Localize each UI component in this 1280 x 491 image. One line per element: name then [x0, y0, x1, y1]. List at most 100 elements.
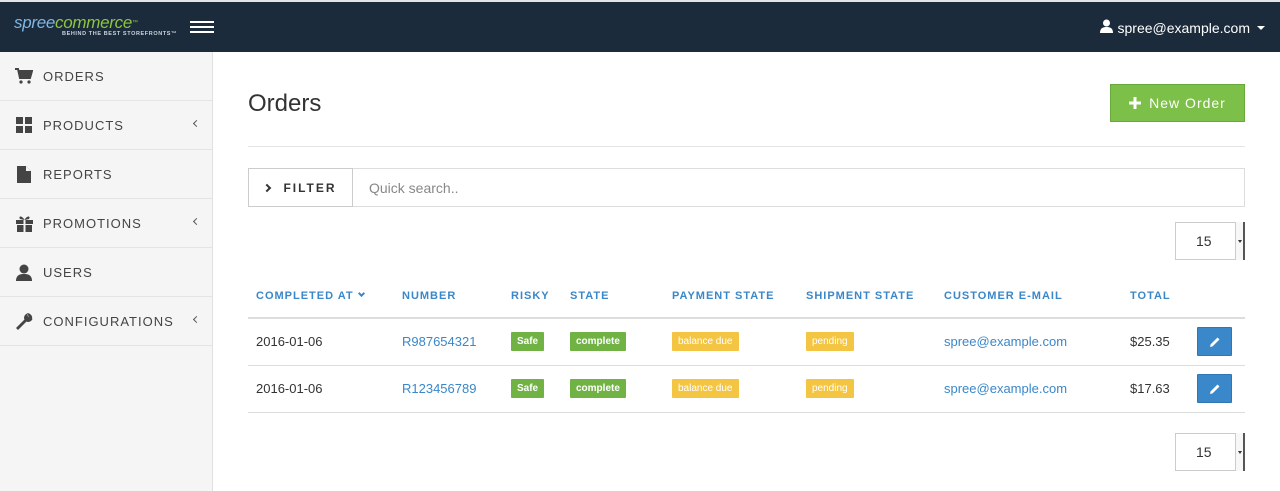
cell-completed-at: 2016-01-06	[248, 318, 394, 366]
column-header-customer-email[interactable]: CUSTOMER E-MAIL	[936, 275, 1122, 319]
cell-state: complete	[562, 365, 664, 413]
sidebar-item-label: ORDERS	[43, 68, 105, 84]
chevron-left-icon	[192, 217, 201, 226]
filter-button[interactable]: FILTER	[248, 168, 353, 207]
cell-completed-at: 2016-01-06	[248, 365, 394, 413]
quick-search-input[interactable]	[353, 168, 1245, 207]
customer-email-link[interactable]: spree@example.com	[936, 318, 1122, 366]
plus-icon	[1129, 93, 1142, 114]
caret-down-icon	[1235, 433, 1245, 471]
column-header-total[interactable]: TOTAL	[1122, 275, 1189, 319]
orders-table: COMPLETED AT NUMBER RISKY STATE PAYMENT …	[248, 275, 1245, 413]
column-header-number[interactable]: NUMBER	[394, 275, 503, 319]
column-header-label: NUMBER	[402, 290, 457, 302]
sidebar-item-orders[interactable]: ORDERS	[0, 52, 212, 101]
filter-label: FILTER	[283, 180, 337, 195]
column-header-label: RISKY	[511, 290, 550, 302]
cell-risky: Safe	[503, 318, 562, 366]
sidebar-item-promotions[interactable]: PROMOTIONS	[0, 199, 212, 248]
cell-risky: Safe	[503, 365, 562, 413]
cell-actions	[1189, 318, 1245, 366]
per-page-select-top[interactable]: 15	[1175, 222, 1245, 260]
filter-bar: FILTER	[248, 168, 1245, 207]
logo-trademark: ™	[131, 20, 138, 26]
user-icon	[15, 263, 33, 281]
column-header-label: CUSTOMER E-MAIL	[944, 290, 1063, 302]
spree-commerce-logo[interactable]: spreecommerce™ BEHIND THE BEST STOREFRON…	[14, 13, 178, 38]
payment-state-badge: balance due	[672, 332, 739, 352]
new-order-button[interactable]: New Order	[1110, 84, 1245, 122]
sidebar: ORDERS PRODUCTS REPORTS PROMOTIONS USERS…	[0, 52, 213, 491]
order-number-link[interactable]: R987654321	[394, 318, 503, 366]
cell-payment-state: balance due	[664, 365, 798, 413]
state-badge: complete	[570, 332, 626, 352]
top-navbar: spreecommerce™ BEHIND THE BEST STOREFRON…	[0, 0, 1280, 52]
wrench-icon	[15, 312, 33, 330]
table-row: 2016-01-06 R123456789 Safe complete bala…	[248, 365, 1245, 413]
sidebar-item-products[interactable]: PRODUCTS	[0, 101, 212, 150]
order-number-link[interactable]: R123456789	[394, 365, 503, 413]
sidebar-item-label: CONFIGURATIONS	[43, 313, 174, 329]
cell-state: complete	[562, 318, 664, 366]
column-header-payment-state[interactable]: PAYMENT STATE	[664, 275, 798, 319]
chevron-left-icon	[192, 119, 201, 128]
column-header-shipment-state[interactable]: SHIPMENT STATE	[798, 275, 936, 319]
file-icon	[15, 165, 33, 183]
table-header-row: COMPLETED AT NUMBER RISKY STATE PAYMENT …	[248, 275, 1245, 319]
caret-down-icon	[1235, 222, 1245, 260]
cell-payment-state: balance due	[664, 318, 798, 366]
new-order-label: New Order	[1149, 95, 1226, 111]
cell-shipment-state: pending	[798, 365, 936, 413]
pencil-icon	[1209, 337, 1219, 347]
cell-total: $17.63	[1122, 365, 1189, 413]
column-header-label: PAYMENT STATE	[672, 290, 775, 302]
logo-word-commerce: commerce	[55, 13, 132, 32]
per-page-value: 15	[1196, 233, 1212, 249]
table-row: 2016-01-06 R987654321 Safe complete bala…	[248, 318, 1245, 366]
edit-order-button[interactable]	[1197, 327, 1232, 357]
grid-icon	[15, 116, 33, 134]
cart-icon	[15, 67, 33, 85]
cell-total: $25.35	[1122, 318, 1189, 366]
column-header-label: COMPLETED AT	[256, 290, 354, 302]
column-header-risky[interactable]: RISKY	[503, 275, 562, 319]
column-header-completed-at[interactable]: COMPLETED AT	[248, 275, 394, 319]
payment-state-badge: balance due	[672, 379, 739, 398]
column-header-label: TOTAL	[1130, 290, 1171, 302]
chevron-right-icon	[263, 183, 272, 192]
customer-email-link[interactable]: spree@example.com	[936, 365, 1122, 413]
logo-tagline: BEHIND THE BEST STOREFRONTS™	[62, 31, 178, 37]
user-email: spree@example.com	[1117, 19, 1251, 36]
risk-badge: Safe	[511, 332, 545, 352]
menu-toggle-icon[interactable]	[190, 18, 214, 36]
sidebar-item-label: USERS	[43, 264, 93, 280]
user-icon	[1099, 19, 1113, 36]
divider	[248, 146, 1245, 147]
per-page-value: 15	[1196, 444, 1212, 460]
state-badge: complete	[570, 379, 626, 398]
column-header-label: SHIPMENT STATE	[806, 290, 915, 302]
per-page-select-bottom[interactable]: 15	[1175, 433, 1245, 471]
sidebar-item-label: PROMOTIONS	[43, 215, 142, 231]
column-header-state[interactable]: STATE	[562, 275, 664, 319]
sidebar-item-configurations[interactable]: CONFIGURATIONS	[0, 297, 212, 346]
shipment-state-badge: pending	[806, 379, 854, 398]
chevron-left-icon	[192, 315, 201, 324]
caret-down-icon	[1257, 25, 1265, 30]
gift-icon	[15, 214, 33, 232]
cell-shipment-state: pending	[798, 318, 936, 366]
shipment-state-badge: pending	[806, 332, 854, 352]
sidebar-item-label: PRODUCTS	[43, 117, 124, 133]
cell-actions	[1189, 365, 1245, 413]
edit-order-button[interactable]	[1197, 374, 1232, 403]
sidebar-item-users[interactable]: USERS	[0, 248, 212, 297]
risk-badge: Safe	[511, 379, 545, 398]
column-header-actions	[1189, 275, 1245, 319]
pencil-icon	[1209, 384, 1219, 394]
sidebar-item-label: REPORTS	[43, 166, 113, 182]
sort-descending-icon	[357, 289, 365, 298]
sidebar-item-reports[interactable]: REPORTS	[0, 150, 212, 199]
column-header-label: STATE	[570, 290, 610, 302]
user-account-dropdown[interactable]: spree@example.com	[1099, 19, 1265, 36]
page-title: Orders	[248, 90, 322, 117]
